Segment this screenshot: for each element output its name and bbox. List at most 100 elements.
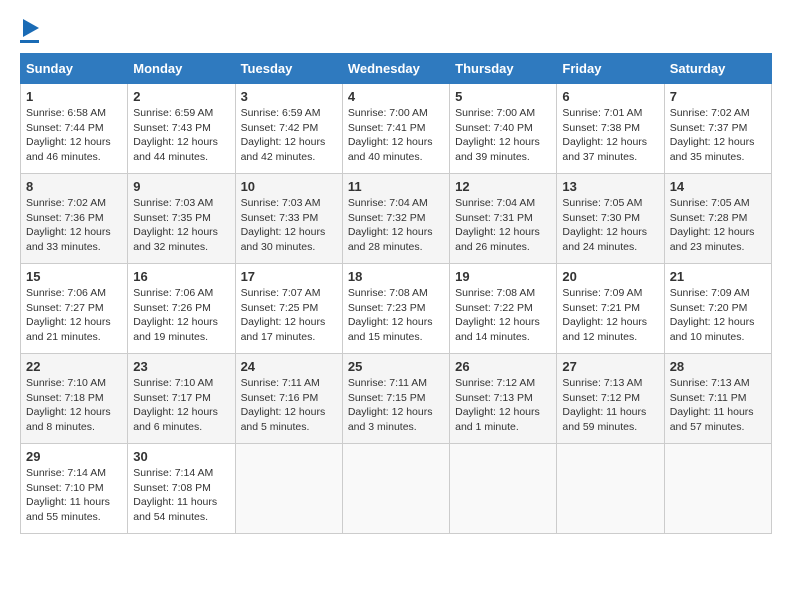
daylight-text: Daylight: 12 hours and 21 minutes.: [26, 316, 111, 343]
day-number: 1: [26, 89, 122, 104]
day-cell: 12 Sunrise: 7:04 AM Sunset: 7:31 PM Dayl…: [450, 174, 557, 264]
day-number: 11: [348, 179, 444, 194]
day-cell: 18 Sunrise: 7:08 AM Sunset: 7:23 PM Dayl…: [342, 264, 449, 354]
sunrise-text: Sunrise: 7:13 AM: [670, 377, 750, 389]
day-number: 20: [562, 269, 658, 284]
sunset-text: Sunset: 7:20 PM: [670, 302, 748, 314]
sunrise-text: Sunrise: 7:10 AM: [26, 377, 106, 389]
day-info: Sunrise: 7:09 AM Sunset: 7:20 PM Dayligh…: [670, 286, 766, 345]
day-number: 12: [455, 179, 551, 194]
day-info: Sunrise: 6:59 AM Sunset: 7:42 PM Dayligh…: [241, 106, 337, 165]
day-info: Sunrise: 7:03 AM Sunset: 7:33 PM Dayligh…: [241, 196, 337, 255]
daylight-text: Daylight: 12 hours and 44 minutes.: [133, 136, 218, 163]
day-info: Sunrise: 7:10 AM Sunset: 7:17 PM Dayligh…: [133, 376, 229, 435]
day-info: Sunrise: 7:07 AM Sunset: 7:25 PM Dayligh…: [241, 286, 337, 345]
day-info: Sunrise: 7:14 AM Sunset: 7:10 PM Dayligh…: [26, 466, 122, 525]
day-cell: 30 Sunrise: 7:14 AM Sunset: 7:08 PM Dayl…: [128, 444, 235, 534]
sunset-text: Sunset: 7:40 PM: [455, 122, 533, 134]
calendar-table: Sunday Monday Tuesday Wednesday Thursday…: [20, 53, 772, 534]
sunset-text: Sunset: 7:16 PM: [241, 392, 319, 404]
sunset-text: Sunset: 7:43 PM: [133, 122, 211, 134]
day-cell: 15 Sunrise: 7:06 AM Sunset: 7:27 PM Dayl…: [21, 264, 128, 354]
day-info: Sunrise: 7:14 AM Sunset: 7:08 PM Dayligh…: [133, 466, 229, 525]
day-number: 15: [26, 269, 122, 284]
day-info: Sunrise: 7:04 AM Sunset: 7:32 PM Dayligh…: [348, 196, 444, 255]
logo-arrow-icon: [23, 19, 39, 37]
daylight-text: Daylight: 12 hours and 3 minutes.: [348, 406, 433, 433]
day-cell: 19 Sunrise: 7:08 AM Sunset: 7:22 PM Dayl…: [450, 264, 557, 354]
day-info: Sunrise: 7:02 AM Sunset: 7:37 PM Dayligh…: [670, 106, 766, 165]
empty-cell: [557, 444, 664, 534]
sunset-text: Sunset: 7:23 PM: [348, 302, 426, 314]
sunset-text: Sunset: 7:30 PM: [562, 212, 640, 224]
col-thursday: Thursday: [450, 54, 557, 84]
sunset-text: Sunset: 7:35 PM: [133, 212, 211, 224]
day-info: Sunrise: 6:58 AM Sunset: 7:44 PM Dayligh…: [26, 106, 122, 165]
day-cell: 7 Sunrise: 7:02 AM Sunset: 7:37 PM Dayli…: [664, 84, 771, 174]
day-cell: 16 Sunrise: 7:06 AM Sunset: 7:26 PM Dayl…: [128, 264, 235, 354]
sunrise-text: Sunrise: 6:58 AM: [26, 107, 106, 119]
sunrise-text: Sunrise: 7:10 AM: [133, 377, 213, 389]
daylight-text: Daylight: 12 hours and 6 minutes.: [133, 406, 218, 433]
day-info: Sunrise: 7:03 AM Sunset: 7:35 PM Dayligh…: [133, 196, 229, 255]
daylight-text: Daylight: 12 hours and 15 minutes.: [348, 316, 433, 343]
day-number: 22: [26, 359, 122, 374]
sunrise-text: Sunrise: 7:03 AM: [241, 197, 321, 209]
daylight-text: Daylight: 12 hours and 37 minutes.: [562, 136, 647, 163]
day-info: Sunrise: 7:06 AM Sunset: 7:27 PM Dayligh…: [26, 286, 122, 345]
daylight-text: Daylight: 12 hours and 46 minutes.: [26, 136, 111, 163]
day-cell: 29 Sunrise: 7:14 AM Sunset: 7:10 PM Dayl…: [21, 444, 128, 534]
day-cell: 17 Sunrise: 7:07 AM Sunset: 7:25 PM Dayl…: [235, 264, 342, 354]
day-cell: 11 Sunrise: 7:04 AM Sunset: 7:32 PM Dayl…: [342, 174, 449, 264]
day-info: Sunrise: 7:08 AM Sunset: 7:23 PM Dayligh…: [348, 286, 444, 345]
day-cell: 10 Sunrise: 7:03 AM Sunset: 7:33 PM Dayl…: [235, 174, 342, 264]
day-cell: 4 Sunrise: 7:00 AM Sunset: 7:41 PM Dayli…: [342, 84, 449, 174]
sunset-text: Sunset: 7:33 PM: [241, 212, 319, 224]
day-number: 13: [562, 179, 658, 194]
day-cell: 26 Sunrise: 7:12 AM Sunset: 7:13 PM Dayl…: [450, 354, 557, 444]
sunset-text: Sunset: 7:08 PM: [133, 482, 211, 494]
day-info: Sunrise: 7:11 AM Sunset: 7:15 PM Dayligh…: [348, 376, 444, 435]
day-cell: 13 Sunrise: 7:05 AM Sunset: 7:30 PM Dayl…: [557, 174, 664, 264]
day-cell: 1 Sunrise: 6:58 AM Sunset: 7:44 PM Dayli…: [21, 84, 128, 174]
sunrise-text: Sunrise: 7:04 AM: [348, 197, 428, 209]
col-monday: Monday: [128, 54, 235, 84]
sunrise-text: Sunrise: 7:14 AM: [26, 467, 106, 479]
daylight-text: Daylight: 12 hours and 32 minutes.: [133, 226, 218, 253]
day-cell: 20 Sunrise: 7:09 AM Sunset: 7:21 PM Dayl…: [557, 264, 664, 354]
sunset-text: Sunset: 7:36 PM: [26, 212, 104, 224]
sunrise-text: Sunrise: 7:00 AM: [455, 107, 535, 119]
sunset-text: Sunset: 7:32 PM: [348, 212, 426, 224]
calendar-week-row: 1 Sunrise: 6:58 AM Sunset: 7:44 PM Dayli…: [21, 84, 772, 174]
col-wednesday: Wednesday: [342, 54, 449, 84]
daylight-text: Daylight: 12 hours and 8 minutes.: [26, 406, 111, 433]
day-number: 27: [562, 359, 658, 374]
day-cell: 2 Sunrise: 6:59 AM Sunset: 7:43 PM Dayli…: [128, 84, 235, 174]
empty-cell: [664, 444, 771, 534]
sunrise-text: Sunrise: 7:03 AM: [133, 197, 213, 209]
sunrise-text: Sunrise: 7:07 AM: [241, 287, 321, 299]
day-cell: 24 Sunrise: 7:11 AM Sunset: 7:16 PM Dayl…: [235, 354, 342, 444]
col-friday: Friday: [557, 54, 664, 84]
day-cell: 27 Sunrise: 7:13 AM Sunset: 7:12 PM Dayl…: [557, 354, 664, 444]
header-row: Sunday Monday Tuesday Wednesday Thursday…: [21, 54, 772, 84]
sunset-text: Sunset: 7:28 PM: [670, 212, 748, 224]
sunset-text: Sunset: 7:37 PM: [670, 122, 748, 134]
sunset-text: Sunset: 7:11 PM: [670, 392, 747, 404]
day-info: Sunrise: 7:00 AM Sunset: 7:40 PM Dayligh…: [455, 106, 551, 165]
sunrise-text: Sunrise: 7:14 AM: [133, 467, 213, 479]
daylight-text: Daylight: 12 hours and 12 minutes.: [562, 316, 647, 343]
day-number: 19: [455, 269, 551, 284]
calendar-week-row: 29 Sunrise: 7:14 AM Sunset: 7:10 PM Dayl…: [21, 444, 772, 534]
daylight-text: Daylight: 11 hours and 59 minutes.: [562, 406, 646, 433]
sunset-text: Sunset: 7:18 PM: [26, 392, 104, 404]
sunrise-text: Sunrise: 7:08 AM: [348, 287, 428, 299]
col-tuesday: Tuesday: [235, 54, 342, 84]
sunrise-text: Sunrise: 7:04 AM: [455, 197, 535, 209]
day-cell: 9 Sunrise: 7:03 AM Sunset: 7:35 PM Dayli…: [128, 174, 235, 264]
sunrise-text: Sunrise: 7:08 AM: [455, 287, 535, 299]
day-cell: 23 Sunrise: 7:10 AM Sunset: 7:17 PM Dayl…: [128, 354, 235, 444]
day-info: Sunrise: 7:06 AM Sunset: 7:26 PM Dayligh…: [133, 286, 229, 345]
day-cell: 5 Sunrise: 7:00 AM Sunset: 7:40 PM Dayli…: [450, 84, 557, 174]
daylight-text: Daylight: 12 hours and 42 minutes.: [241, 136, 326, 163]
